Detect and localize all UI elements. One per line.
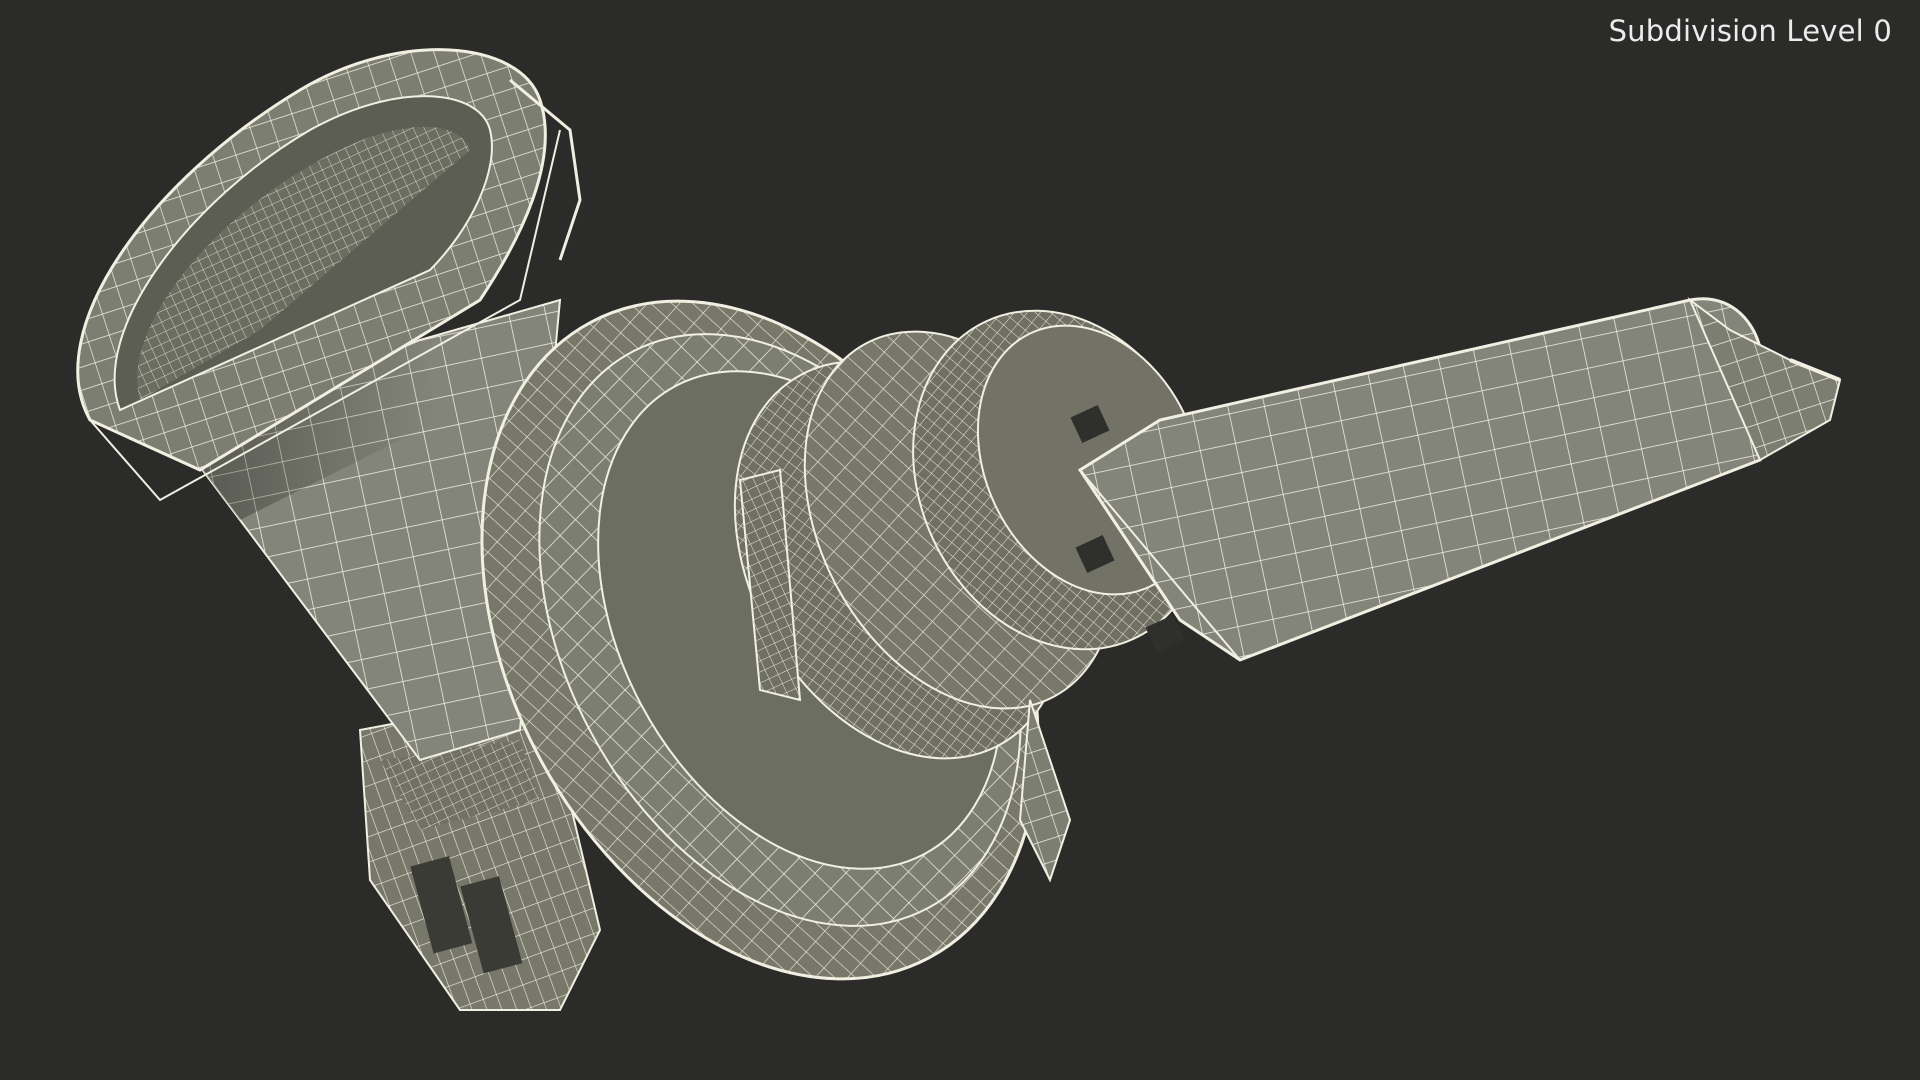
halogen-bulb-wireframe-render: [76, 48, 1842, 1011]
subdivision-level-label: Subdivision Level 0: [1608, 14, 1892, 48]
glass-capsule: [1077, 296, 1842, 662]
3d-viewport[interactable]: Subdivision Level 0: [0, 0, 1920, 1080]
